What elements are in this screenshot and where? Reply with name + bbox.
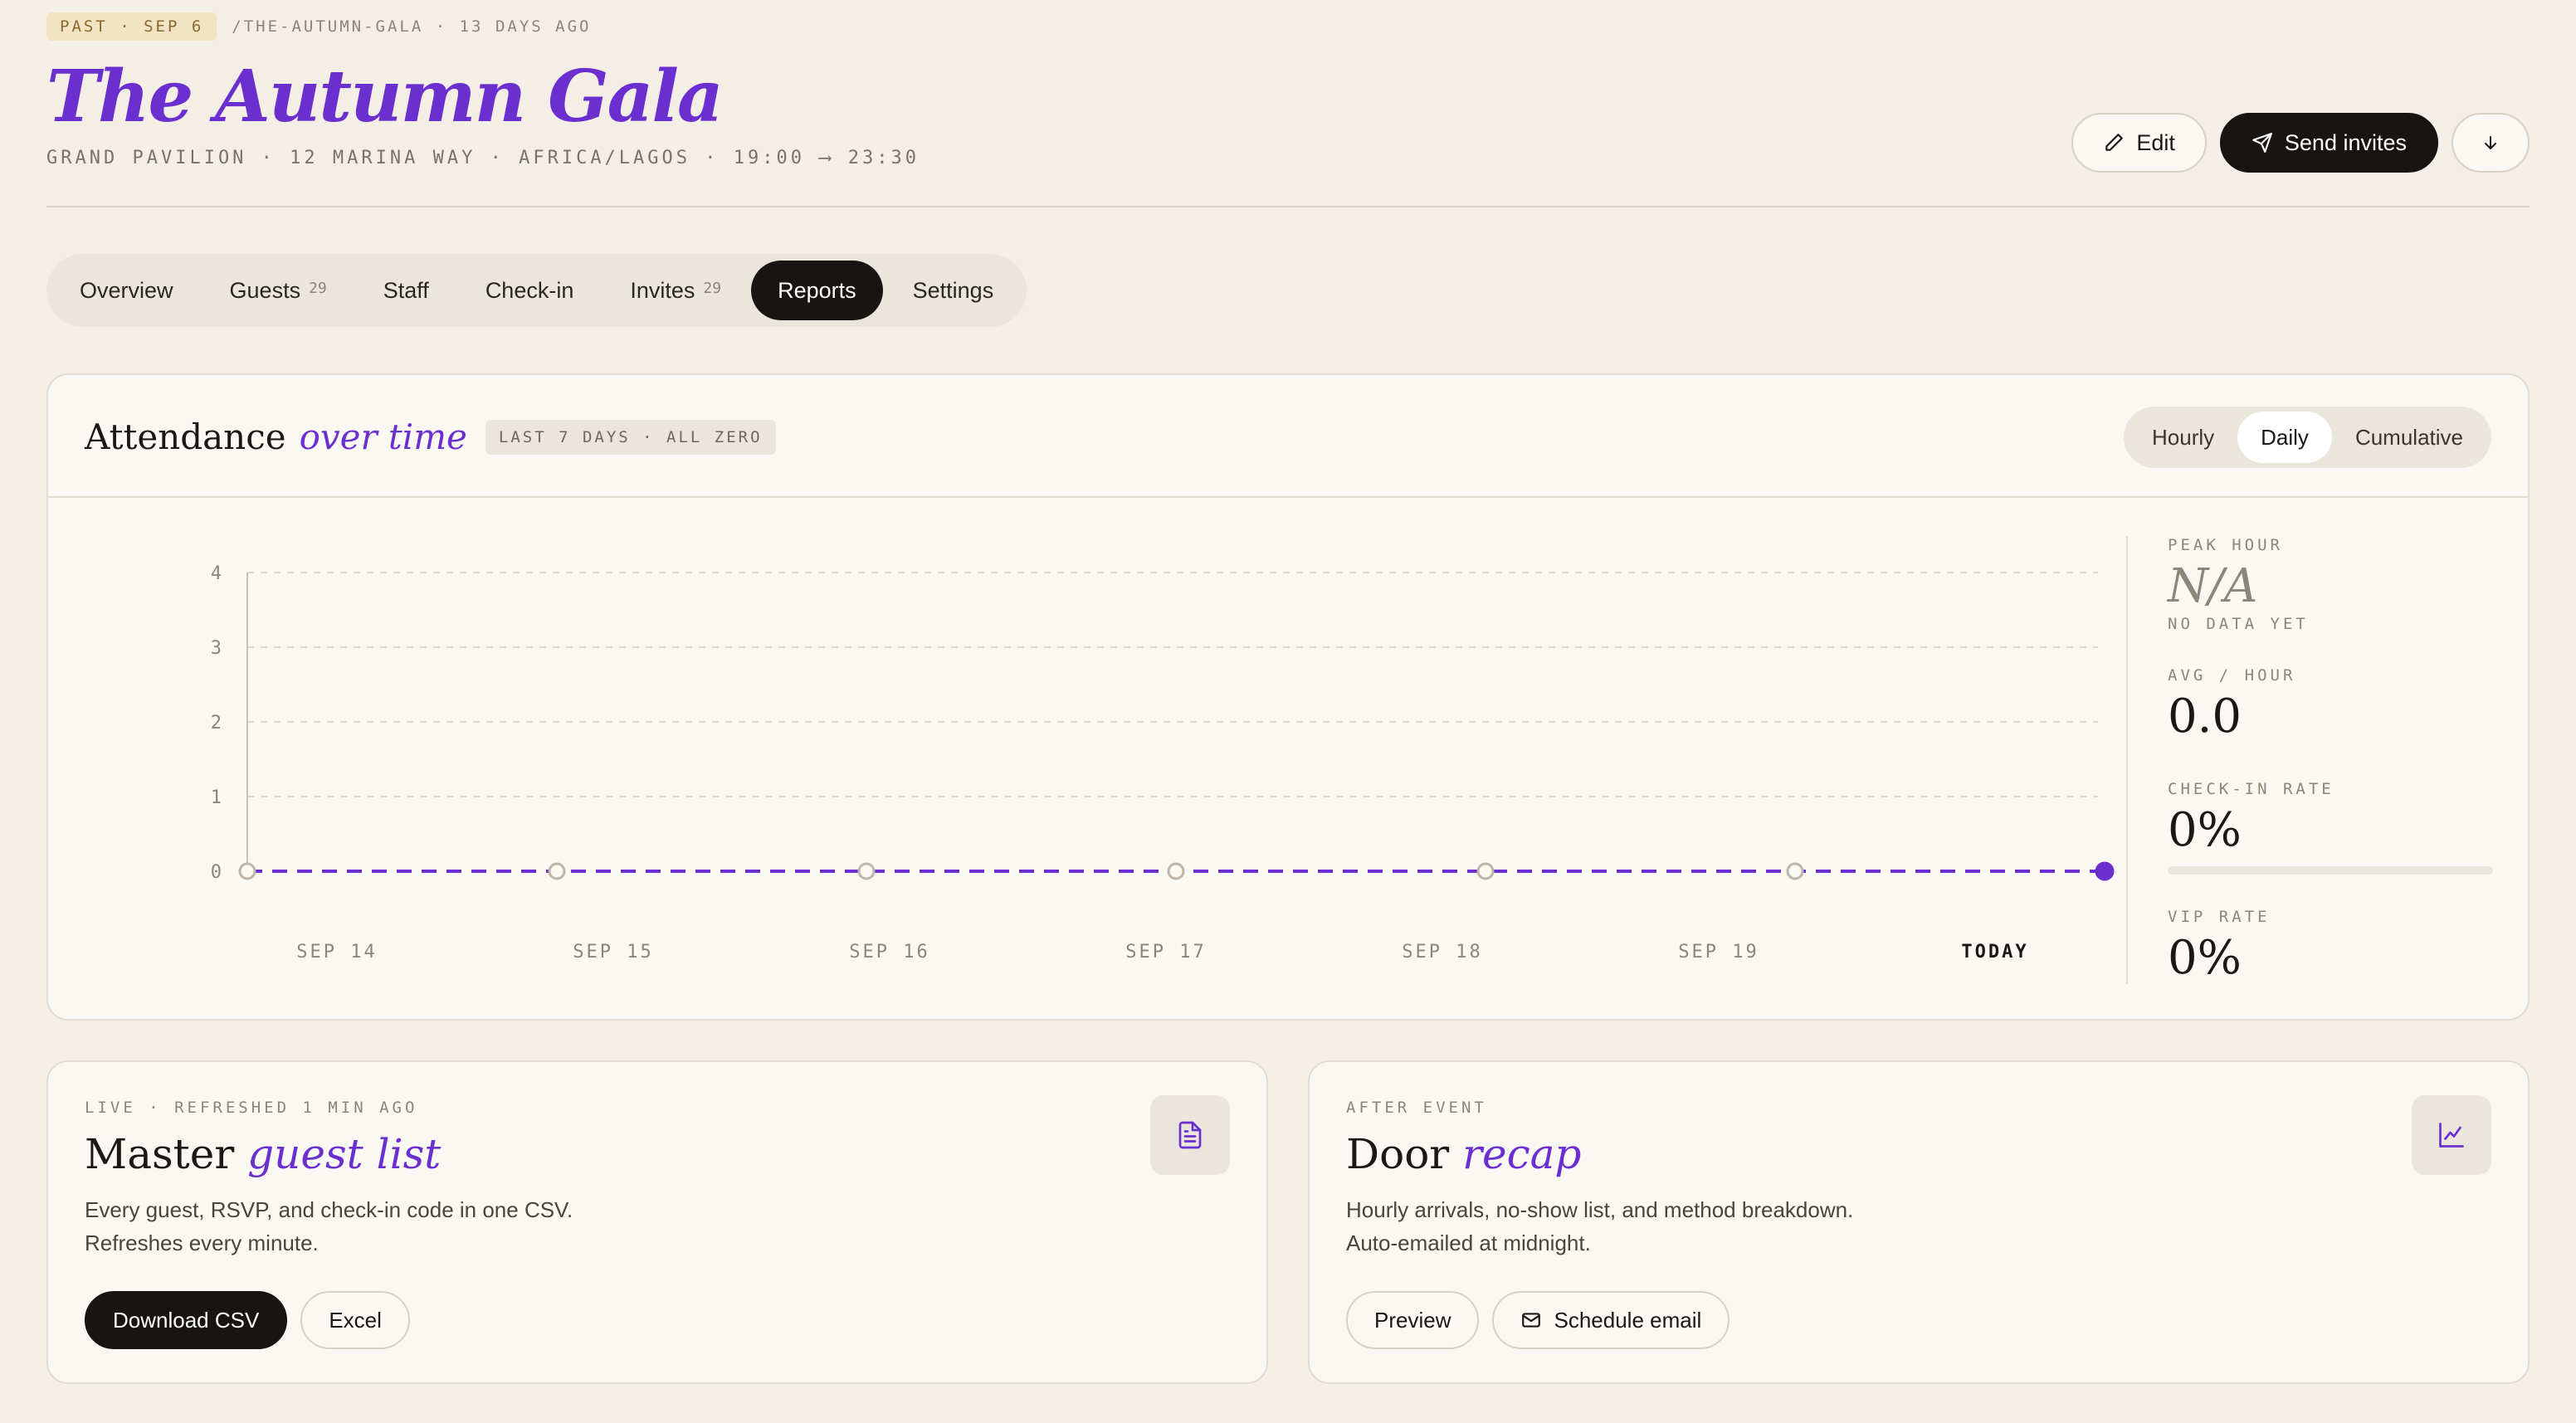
preview-button[interactable]: Preview	[1346, 1291, 1480, 1349]
x-tick-label: SEP 18	[1402, 942, 1482, 962]
x-tick-label: SEP 16	[849, 942, 929, 962]
tab-count: 29	[703, 279, 722, 297]
tab-bar: Overview Guests 29 Staff Check-in Invites…	[46, 254, 1027, 327]
edit-label: Edit	[2136, 129, 2175, 155]
attendance-chart: 0 1 2 3 4 SEP 14 SEP 15 SEP 16 SEP 17 SEP 18 SEP 1…	[48, 500, 2123, 1021]
vip-rate-label: VIP RATE	[2168, 908, 2271, 927]
range-badge: LAST 7 DAYS · ALL ZERO	[485, 419, 776, 455]
recap-title-main: Door	[1346, 1130, 1450, 1178]
meta-row: PAST · SEP 6 /THE-AUTUMN-GALA · 13 DAYS …	[46, 12, 2530, 41]
guest-list-title-italic: guest list	[247, 1130, 442, 1178]
document-icon	[1178, 1121, 1202, 1149]
x-tick-label: TODAY	[1961, 942, 2028, 962]
excel-button[interactable]: Excel	[300, 1291, 410, 1349]
recap-title: Door recap	[1346, 1130, 1581, 1178]
data-point	[857, 862, 876, 880]
edit-button[interactable]: Edit	[2071, 113, 2207, 173]
avg-hour-value: 0.0	[2168, 689, 2242, 743]
guest-list-description: Every guest, RSVP, and check-in code in …	[85, 1197, 573, 1255]
recap-status: AFTER EVENT	[1346, 1099, 1487, 1117]
send-invites-button[interactable]: Send invites	[2219, 113, 2438, 173]
peak-hour-sub: NO DATA YET	[2168, 614, 2309, 633]
peak-hour-value: N/A	[2168, 559, 2258, 613]
tab-reports[interactable]: Reports	[751, 261, 883, 320]
avg-hour-label: AVG / HOUR	[2168, 665, 2296, 685]
checkin-rate-label: CHECK-IN RATE	[2168, 779, 2334, 798]
send-invites-label: Send invites	[2284, 129, 2407, 155]
peak-hour-label: PEAK HOUR	[2168, 536, 2283, 554]
x-tick-label: SEP 19	[1678, 942, 1759, 962]
tab-count: 29	[309, 279, 327, 297]
tab-check-in[interactable]: Check-in	[459, 261, 601, 320]
pencil-icon	[2105, 134, 2124, 151]
line-chart-icon-tile[interactable]	[2412, 1095, 2491, 1175]
segment-cumulative[interactable]: Cumulative	[2332, 412, 2486, 463]
header-divider	[46, 206, 2530, 207]
line-chart-icon	[2439, 1123, 2464, 1148]
recap-actions: Preview Schedule email	[1346, 1291, 1730, 1349]
attendance-title-italic: over time	[299, 417, 467, 457]
guest-list-actions: Download CSV Excel	[85, 1291, 410, 1349]
data-point	[548, 862, 566, 880]
tab-invites[interactable]: Invites 29	[603, 261, 748, 320]
guest-list-status: LIVE · REFRESHED 1 MIN AGO	[85, 1099, 418, 1117]
vip-rate-value: 0%	[2168, 931, 2242, 986]
attendance-title-main: Attendance	[85, 417, 286, 457]
download-button[interactable]	[2452, 113, 2530, 173]
checkin-rate-value: 0%	[2168, 802, 2242, 857]
x-tick-label: SEP 17	[1125, 942, 1206, 962]
event-slug: /THE-AUTUMN-GALA · 13 DAYS AGO	[232, 17, 592, 36]
data-point	[2095, 861, 2115, 881]
status-badge: PAST · SEP 6	[46, 12, 217, 41]
y-tick-label: 2	[211, 713, 224, 733]
guest-list-title-main: Master	[85, 1130, 235, 1178]
tab-overview[interactable]: Overview	[53, 261, 200, 320]
event-header: PAST · SEP 6 /THE-AUTUMN-GALA · 13 DAYS …	[46, 12, 2530, 207]
data-point	[1786, 862, 1804, 880]
event-venue: GRAND PAVILION · 12 MARINA WAY · AFRICA/…	[46, 148, 920, 168]
guest-list-card: LIVE · REFRESHED 1 MIN AGO Master guest …	[46, 1060, 1268, 1384]
y-tick-label: 4	[211, 563, 224, 584]
recap-title-italic: recap	[1462, 1130, 1582, 1178]
guest-list-title: Master guest list	[85, 1130, 441, 1178]
recap-description: Hourly arrivals, no-show list, and metho…	[1346, 1197, 1854, 1255]
x-tick-label: SEP 14	[296, 942, 377, 962]
tab-label: Staff	[383, 277, 429, 303]
x-tick-label: SEP 15	[573, 942, 653, 962]
attendance-header: Attendance over time LAST 7 DAYS · ALL Z…	[48, 375, 2528, 498]
schedule-email-label: Schedule email	[1554, 1307, 1702, 1333]
page-title: The Autumn Gala	[46, 55, 724, 139]
schedule-email-button[interactable]: Schedule email	[1492, 1291, 1730, 1349]
tab-settings[interactable]: Settings	[886, 261, 1021, 320]
tab-label: Settings	[912, 277, 994, 303]
tab-guests[interactable]: Guests 29	[203, 261, 354, 320]
data-point	[1476, 862, 1495, 880]
tab-label: Check-in	[485, 277, 574, 303]
granularity-toggle: Hourly Daily Cumulative	[2124, 407, 2491, 468]
header-actions: Edit Send invites	[2071, 113, 2530, 173]
y-tick-label: 0	[211, 862, 224, 883]
data-point	[1167, 862, 1185, 880]
tab-label: Invites	[630, 277, 695, 303]
mail-icon	[1522, 1313, 1541, 1328]
y-tick-label: 3	[211, 638, 224, 659]
tab-label: Reports	[778, 277, 856, 303]
door-recap-card: AFTER EVENT Door recap Hourly arrivals, …	[1308, 1060, 2530, 1384]
tab-label: Guests	[229, 277, 301, 303]
arrow-down-icon	[2485, 136, 2496, 149]
download-csv-button[interactable]: Download CSV	[85, 1291, 288, 1349]
segment-daily[interactable]: Daily	[2237, 412, 2332, 463]
send-icon	[2252, 133, 2272, 153]
tab-staff[interactable]: Staff	[357, 261, 456, 320]
checkin-progress-bar	[2168, 866, 2493, 875]
tab-label: Overview	[80, 277, 173, 303]
attendance-chart-svg: 0 1 2 3 4 SEP 14 SEP 15 SEP 16 SEP 17 SEP 18 SEP 1…	[211, 563, 2115, 962]
attendance-card: Attendance over time LAST 7 DAYS · ALL Z…	[46, 373, 2530, 1021]
y-tick-label: 1	[211, 787, 224, 808]
attendance-title: Attendance over time LAST 7 DAYS · ALL Z…	[85, 417, 776, 457]
segment-hourly[interactable]: Hourly	[2129, 412, 2237, 463]
stats-panel: PEAK HOUR N/A NO DATA YET AVG / HOUR 0.0…	[2126, 536, 2493, 986]
document-icon-tile[interactable]	[1150, 1095, 1230, 1175]
data-point	[238, 862, 256, 880]
